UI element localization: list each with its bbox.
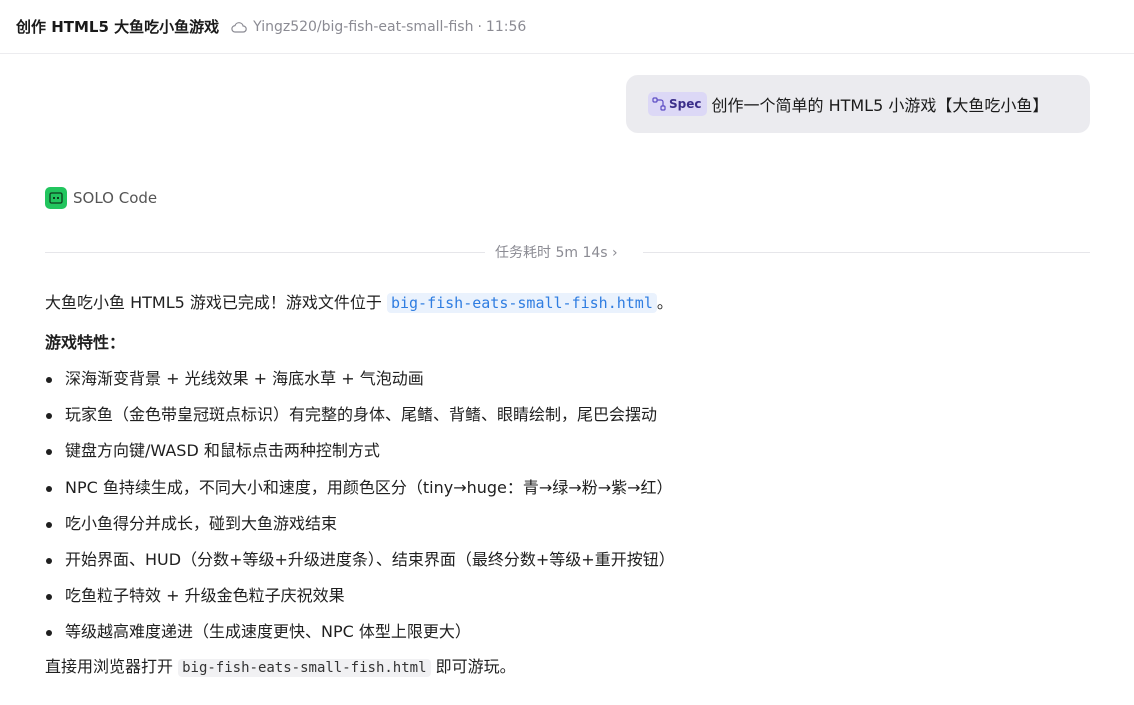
features-list: 深海渐变背景 + 光线效果 + 海底水草 + 气泡动画 玩家鱼（金色带皇冠斑点标… — [45, 366, 1090, 656]
list-item: 吃小鱼得分并成长，碰到大鱼游戏结束 — [45, 511, 1090, 547]
response-intro: 大鱼吃小鱼 HTML5 游戏已完成！游戏文件位于 big-fish-eats-s… — [45, 290, 1090, 316]
task-time: 11:56 — [485, 18, 527, 35]
outro-text: 直接用浏览器打开 — [45, 656, 179, 676]
list-item: 深海渐变背景 + 光线效果 + 海底水草 + 气泡动画 — [45, 366, 1090, 402]
intro-text: 大鱼吃小鱼 HTML5 游戏已完成！游戏文件位于 — [45, 293, 387, 312]
header-bar: 创作 HTML5 大鱼吃小鱼游戏 Yingz520/big-fish-eat-s… — [0, 0, 1134, 54]
list-item: 开始界面、HUD（分数+等级+升级进度条）、结束界面（最终分数+等级+重开按钮） — [45, 547, 1090, 583]
cloud-icon — [231, 21, 247, 33]
list-item: 键盘方向键/WASD 和鼠标点击两种控制方式 — [45, 438, 1090, 474]
spec-tag[interactable]: Spec — [648, 92, 708, 116]
spec-tag-label: Spec — [669, 97, 702, 111]
header-separator: · — [477, 18, 482, 35]
chevron-right-icon: › — [612, 245, 618, 261]
user-message-bubble: Spec 创作一个简单的 HTML5 小游戏【大鱼吃小鱼】 — [626, 75, 1090, 133]
user-message-text: 创作一个简单的 HTML5 小游戏【大鱼吃小鱼】 — [711, 96, 1049, 115]
file-code: big-fish-eats-small-fish.html — [178, 658, 431, 677]
response-outro: 直接用浏览器打开 big-fish-eats-small-fish.html 即… — [45, 654, 1090, 680]
features-heading: 游戏特性： — [45, 333, 126, 352]
list-item: NPC 鱼持续生成，不同大小和速度，用颜色区分（tiny→huge：青→绿→粉→… — [45, 475, 1090, 511]
divider-line-left — [45, 252, 485, 253]
list-item: 吃鱼粒子特效 + 升级金色粒子庆祝效果 — [45, 583, 1090, 619]
task-duration-toggle[interactable]: 任务耗时 5m 14s › — [495, 242, 618, 262]
repo-link[interactable]: Yingz520/big-fish-eat-small-fish — [253, 19, 473, 35]
outro-end: 即可游玩。 — [430, 656, 516, 676]
agent-name: SOLO Code — [73, 189, 158, 207]
intro-end: 。 — [656, 293, 673, 312]
divider-line-right — [643, 252, 1090, 253]
agent-response: 大鱼吃小鱼 HTML5 游戏已完成！游戏文件位于 big-fish-eats-s… — [45, 290, 1090, 680]
agent-header: SOLO Code — [45, 187, 157, 209]
solo-code-icon — [45, 187, 67, 209]
spec-flow-icon — [652, 97, 666, 111]
file-link[interactable]: big-fish-eats-small-fish.html — [386, 293, 657, 313]
list-item: 等级越高难度递进（生成速度更快、NPC 体型上限更大） — [45, 619, 1090, 655]
task-duration-text: 任务耗时 5m 14s — [495, 245, 608, 261]
list-item: 玩家鱼（金色带皇冠斑点标识）有完整的身体、尾鳍、背鳍、眼睛绘制，尾巴会摆动 — [45, 402, 1090, 438]
task-duration-divider: 任务耗时 5m 14s › — [45, 245, 1090, 261]
task-title: 创作 HTML5 大鱼吃小鱼游戏 — [16, 18, 220, 36]
